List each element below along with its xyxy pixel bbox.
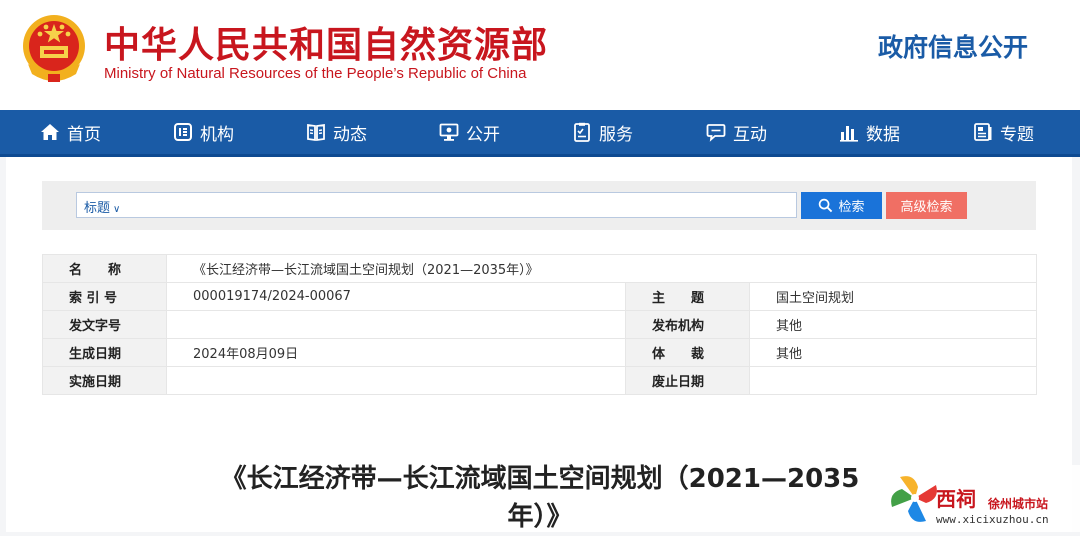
watermark-brand: 西祠 bbox=[936, 483, 976, 512]
search-icon bbox=[818, 198, 833, 213]
search-button-label: 检索 bbox=[838, 196, 864, 215]
nav-item-home[interactable]: 首页 bbox=[40, 110, 101, 154]
expiry-date-value bbox=[750, 367, 1037, 395]
table-row: 索 引 号 000019174/2024-00067 主 题 国土空间规划 bbox=[43, 283, 1037, 311]
nav-label: 公开 bbox=[466, 120, 500, 145]
nav-item-service[interactable]: 服务 bbox=[572, 110, 633, 154]
issuer-value: 其他 bbox=[750, 311, 1037, 339]
nav-label: 互动 bbox=[733, 120, 767, 145]
site-title: 中华人民共和国自然资源部 bbox=[104, 16, 548, 68]
advanced-search-button[interactable]: 高级检索 bbox=[886, 192, 967, 219]
watermark-url: www.xicixuzhou.cn bbox=[936, 513, 1049, 526]
subject-value: 国土空间规划 bbox=[750, 283, 1037, 311]
monitor-icon bbox=[439, 122, 459, 142]
organization-icon bbox=[173, 122, 193, 142]
table-row: 名 称 《长江经济带—长江流域国土空间规划（2021—2035年）》 bbox=[43, 255, 1037, 283]
search-scope-label: 标题 bbox=[84, 201, 110, 216]
nav-label: 数据 bbox=[866, 120, 900, 145]
nav-item-topics[interactable]: 专题 bbox=[973, 110, 1034, 154]
subject-label: 主 题 bbox=[626, 283, 750, 311]
bar-chart-icon bbox=[839, 122, 859, 142]
home-icon bbox=[40, 122, 60, 142]
genre-value: 其他 bbox=[750, 339, 1037, 367]
date-label: 生成日期 bbox=[43, 339, 167, 367]
nav-label: 专题 bbox=[1000, 120, 1034, 145]
search-input[interactable] bbox=[132, 194, 796, 218]
name-value: 《长江经济带—长江流域国土空间规划（2021—2035年）》 bbox=[167, 255, 1037, 283]
name-label: 名 称 bbox=[43, 255, 167, 283]
index-label: 索 引 号 bbox=[43, 283, 167, 311]
table-row: 实施日期 废止日期 bbox=[43, 367, 1037, 395]
nav-label: 机构 bbox=[200, 120, 234, 145]
effective-date-value bbox=[167, 367, 626, 395]
chat-bubble-icon bbox=[706, 122, 726, 142]
nav-label: 首页 bbox=[67, 120, 101, 145]
checklist-icon bbox=[572, 122, 592, 142]
watermark-city: 徐州城市站 bbox=[988, 495, 1048, 512]
search-button[interactable]: 检索 bbox=[801, 192, 882, 219]
national-emblem-icon[interactable] bbox=[20, 12, 88, 86]
section-title[interactable]: 政府信息公开 bbox=[878, 28, 1028, 64]
issuer-label: 发布机构 bbox=[626, 311, 750, 339]
genre-label: 体 裁 bbox=[626, 339, 750, 367]
expiry-date-label: 废止日期 bbox=[626, 367, 750, 395]
date-value: 2024年08月09日 bbox=[167, 339, 626, 367]
doc-number-value bbox=[167, 311, 626, 339]
nav-label: 服务 bbox=[599, 120, 633, 145]
nav-item-data[interactable]: 数据 bbox=[839, 110, 900, 154]
nav-item-organization[interactable]: 机构 bbox=[173, 110, 234, 154]
index-value: 000019174/2024-00067 bbox=[167, 283, 626, 311]
advanced-search-label: 高级检索 bbox=[900, 196, 952, 215]
nav-item-public[interactable]: 公开 bbox=[439, 110, 500, 154]
site-subtitle: Ministry of Natural Resources of the Peo… bbox=[104, 65, 526, 82]
doc-number-label: 发文字号 bbox=[43, 311, 167, 339]
metadata-table: 名 称 《长江经济带—长江流域国土空间规划（2021—2035年）》 索 引 号… bbox=[42, 254, 1037, 395]
nav-item-news[interactable]: 动态 bbox=[306, 110, 367, 154]
nav-label: 动态 bbox=[333, 120, 367, 145]
effective-date-label: 实施日期 bbox=[43, 367, 167, 395]
news-book-icon bbox=[306, 122, 326, 142]
site-header: 中华人民共和国自然资源部 Ministry of Natural Resourc… bbox=[0, 0, 1080, 110]
search-scope-select[interactable]: 标题∨ bbox=[84, 197, 120, 216]
nav-item-interaction[interactable]: 互动 bbox=[706, 110, 767, 154]
main-nav: 首页 机构 动态 公开 服务 互动 数据 专题 bbox=[0, 110, 1080, 157]
chevron-down-icon: ∨ bbox=[113, 204, 120, 215]
table-row: 生成日期 2024年08月09日 体 裁 其他 bbox=[43, 339, 1037, 367]
table-row: 发文字号 发布机构 其他 bbox=[43, 311, 1037, 339]
document-icon bbox=[973, 122, 993, 142]
watermark: 西祠 徐州城市站 www.xicixuzhou.cn bbox=[878, 465, 1080, 532]
